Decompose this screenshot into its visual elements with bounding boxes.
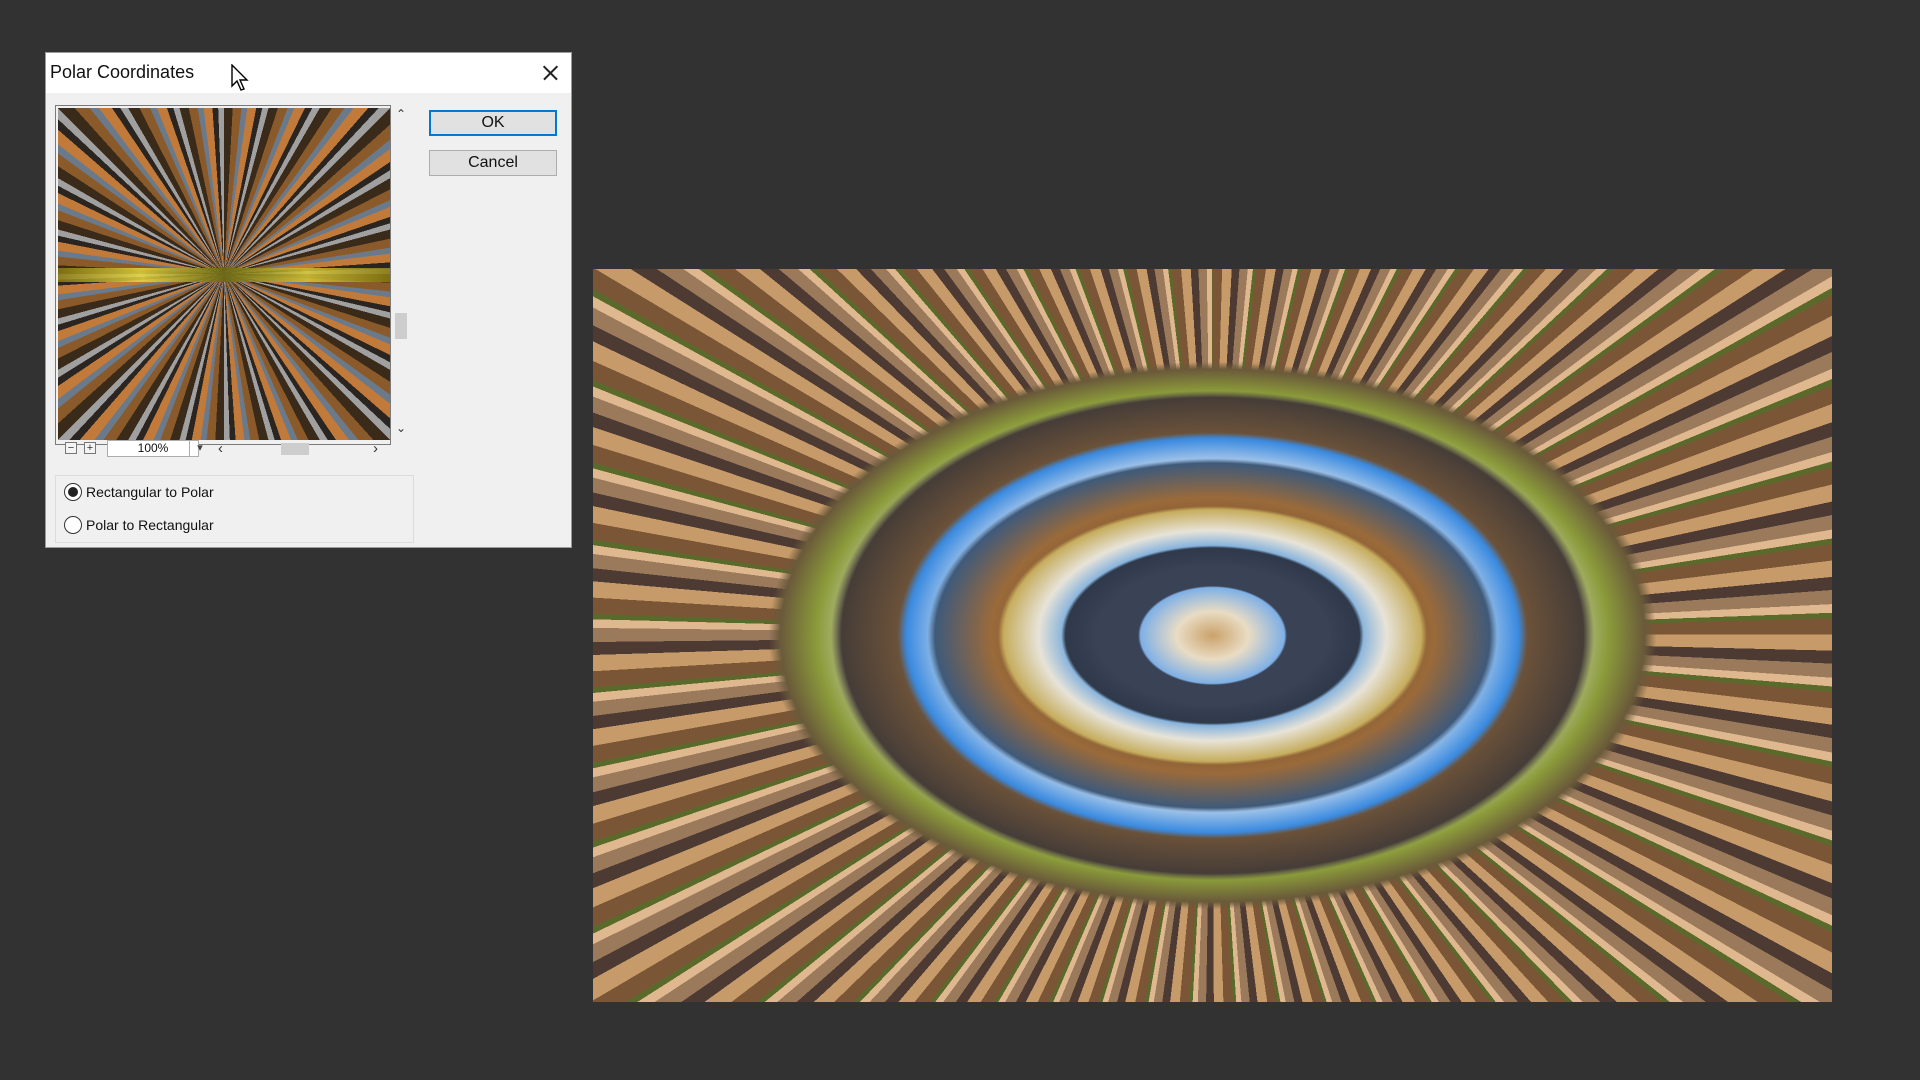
preview-frame	[55, 105, 391, 445]
zoom-level-field[interactable]: 100%	[107, 440, 199, 457]
option-rectangular-to-polar[interactable]: Rectangular to Polar	[64, 481, 214, 503]
chevron-up-icon[interactable]: ⌃	[394, 107, 408, 121]
chevron-down-icon[interactable]: ▾	[189, 440, 210, 457]
arrow-cursor-icon	[231, 64, 249, 91]
option-label: Polar to Rectangular	[86, 517, 214, 533]
option-polar-to-rectangular[interactable]: Polar to Rectangular	[64, 514, 214, 536]
preview-vertical-scrollbar[interactable]: ⌃ ⌄	[391, 105, 411, 439]
polar-effect-image	[593, 269, 1832, 1002]
cancel-button[interactable]: Cancel	[429, 150, 557, 176]
dialog-title: Polar Coordinates	[50, 62, 195, 82]
dialog-titlebar[interactable]: Polar Coordinates	[46, 53, 571, 93]
chevron-down-icon[interactable]: ⌄	[394, 421, 408, 435]
radio-button[interactable]	[64, 516, 82, 534]
polar-coordinates-dialog: Polar Coordinates ⌃ ⌄ − + 100% ▾ ‹ › OK …	[45, 52, 572, 548]
zoom-out-icon[interactable]: −	[65, 442, 77, 454]
ok-button[interactable]: OK	[429, 110, 557, 136]
close-icon[interactable]	[525, 53, 571, 93]
chevron-right-icon[interactable]: ›	[373, 440, 378, 457]
zoom-bar: − + 100% ▾ ‹ ›	[55, 439, 425, 459]
document-canvas[interactable]	[593, 269, 1832, 1002]
vertical-scroll-thumb[interactable]	[395, 313, 407, 339]
preview-band	[58, 268, 390, 282]
zoom-in-icon[interactable]: +	[84, 442, 96, 454]
option-label: Rectangular to Polar	[86, 484, 214, 500]
filter-preview[interactable]	[58, 108, 390, 440]
radio-button[interactable]	[64, 483, 82, 501]
conversion-options: Rectangular to Polar Polar to Rectangula…	[55, 475, 414, 543]
horizontal-scroll-thumb[interactable]	[281, 443, 309, 455]
chevron-left-icon[interactable]: ‹	[218, 440, 223, 457]
